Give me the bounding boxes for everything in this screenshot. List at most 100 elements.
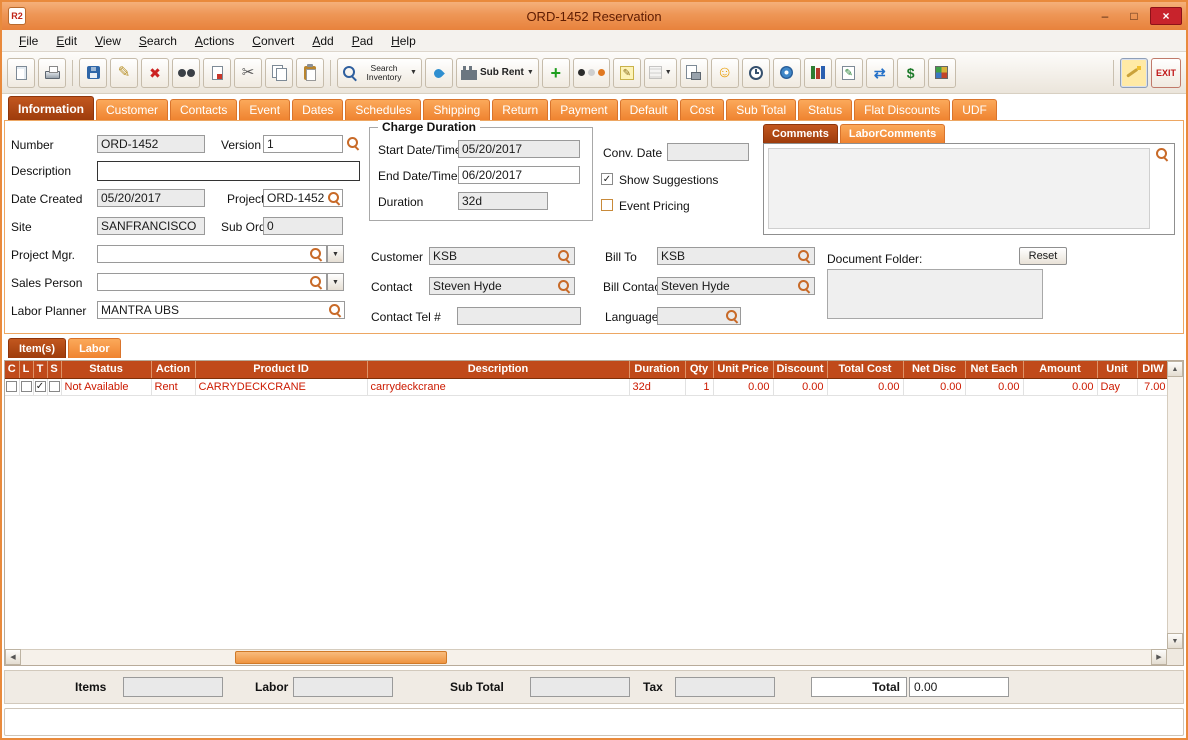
tab-comments[interactable]: Comments — [763, 124, 838, 143]
description-field[interactable] — [97, 161, 360, 181]
fill-button[interactable] — [424, 57, 453, 88]
bill-contact-lookup-icon[interactable] — [797, 279, 812, 294]
scrollbar-thumb[interactable] — [235, 651, 447, 664]
project-mgr-dropdown[interactable]: ▼ — [327, 245, 344, 263]
column-header-qty[interactable]: Qty — [685, 361, 714, 379]
group-items-button[interactable] — [572, 57, 610, 88]
assets-button[interactable] — [927, 57, 956, 88]
edit-button[interactable]: ✎ — [110, 57, 138, 88]
tab-cost[interactable]: Cost — [679, 99, 725, 120]
batch-print-button[interactable]: ▼ — [643, 57, 677, 88]
column-header-s[interactable]: S — [47, 361, 62, 379]
print-preview-button[interactable] — [679, 57, 708, 88]
table-row[interactable]: ✓ Not Available Rent CARRYDECKCRANE carr… — [5, 378, 1170, 396]
bill-to-lookup-icon[interactable] — [797, 249, 812, 264]
reset-button[interactable]: Reset — [1019, 247, 1067, 265]
markup-document-button[interactable] — [203, 57, 231, 88]
menu-item-file[interactable]: File — [10, 32, 47, 50]
scroll-up-button[interactable]: ▲ — [1167, 361, 1183, 377]
row-checkbox-c[interactable] — [6, 381, 18, 393]
schedule-button[interactable] — [741, 57, 770, 88]
menu-item-edit[interactable]: Edit — [47, 32, 86, 50]
sales-person-lookup-icon[interactable] — [309, 275, 324, 290]
security-key-button[interactable] — [1119, 57, 1148, 88]
column-header-c[interactable]: C — [5, 361, 20, 379]
column-header-discount[interactable]: Discount — [773, 361, 828, 379]
scroll-left-button[interactable]: ◀ — [5, 649, 21, 665]
sub-rent-button[interactable]: Sub Rent ▼ — [455, 57, 539, 88]
menu-item-convert[interactable]: Convert — [243, 32, 303, 50]
tab-return[interactable]: Return — [492, 99, 549, 120]
tab-labor-comments[interactable]: LaborComments — [839, 124, 946, 143]
tab-payment[interactable]: Payment — [550, 99, 618, 120]
tab-schedules[interactable]: Schedules — [345, 99, 422, 120]
sales-person-dropdown[interactable]: ▼ — [327, 273, 344, 291]
row-checkbox-t[interactable]: ✓ — [34, 381, 46, 393]
customer-lookup-icon[interactable] — [557, 249, 572, 264]
show-suggestions-checkbox[interactable]: ✓ — [601, 173, 613, 185]
tab-contacts[interactable]: Contacts — [170, 99, 238, 120]
column-header-status[interactable]: Status — [61, 361, 152, 379]
event-pricing-checkbox[interactable] — [601, 199, 613, 211]
project-mgr-lookup-icon[interactable] — [309, 247, 324, 262]
comments-textarea[interactable] — [768, 148, 1150, 229]
column-header-description[interactable]: Description — [367, 361, 630, 379]
tab-default[interactable]: Default — [619, 99, 678, 120]
menu-item-pad[interactable]: Pad — [343, 32, 382, 50]
cut-button[interactable]: ✂ — [234, 57, 262, 88]
title-bar[interactable]: R2 ORD-1452 Reservation – □ × — [2, 2, 1186, 30]
new-order-button[interactable] — [7, 57, 35, 88]
tab-sub-total[interactable]: Sub Total — [726, 99, 797, 120]
close-button[interactable]: × — [1150, 7, 1182, 25]
edit-document-button[interactable]: ✎ — [834, 57, 863, 88]
tab-dates[interactable]: Dates — [292, 99, 344, 120]
column-header-diw[interactable]: DIW — [1137, 361, 1170, 379]
labor-planner-field[interactable]: MANTRA UBS — [97, 301, 345, 319]
menu-item-view[interactable]: View — [86, 32, 130, 50]
currency-button[interactable]: $ — [896, 57, 925, 88]
column-header-t[interactable]: T — [33, 361, 48, 379]
media-button[interactable] — [772, 57, 801, 88]
column-header-unit[interactable]: Unit — [1097, 361, 1138, 379]
copy-button[interactable] — [265, 57, 293, 88]
print-button[interactable] — [38, 57, 66, 88]
project-mgr-field[interactable] — [97, 245, 327, 263]
menu-item-help[interactable]: Help — [382, 32, 425, 50]
tab-items[interactable]: Item(s) — [8, 338, 67, 358]
menu-item-search[interactable]: Search — [130, 32, 186, 50]
column-header-total-cost[interactable]: Total Cost — [827, 361, 904, 379]
labor-planner-lookup-icon[interactable] — [328, 303, 343, 318]
version-field[interactable]: 1 — [263, 135, 343, 153]
column-header-duration[interactable]: Duration — [629, 361, 686, 379]
scroll-right-button[interactable]: ▶ — [1151, 649, 1167, 665]
vertical-scrollbar[interactable]: ▲ ▼ — [1167, 361, 1183, 649]
column-header-unit-price[interactable]: Unit Price — [713, 361, 774, 379]
column-header-product-id[interactable]: Product ID — [195, 361, 368, 379]
project-lookup-icon[interactable] — [327, 191, 342, 206]
row-checkbox-s[interactable] — [48, 381, 60, 393]
column-header-net-disc[interactable]: Net Disc — [903, 361, 966, 379]
column-header-amount[interactable]: Amount — [1023, 361, 1098, 379]
menu-item-add[interactable]: Add — [303, 32, 342, 50]
satisfaction-button[interactable]: ☺ — [710, 57, 739, 88]
search-inventory-button[interactable]: Search Inventory ▼ — [337, 57, 422, 88]
paste-button[interactable] — [296, 57, 324, 88]
scroll-down-button[interactable]: ▼ — [1167, 633, 1183, 649]
add-item-button[interactable]: + — [541, 57, 570, 88]
language-lookup-icon[interactable] — [725, 309, 740, 324]
notes-button[interactable]: ✎ — [612, 57, 641, 88]
tab-customer[interactable]: Customer — [96, 99, 169, 120]
horizontal-scrollbar[interactable]: ◀ ▶ — [5, 649, 1167, 665]
minimize-button[interactable]: – — [1092, 7, 1118, 25]
tab-event[interactable]: Event — [239, 99, 291, 120]
tab-status[interactable]: Status — [798, 99, 853, 120]
maximize-button[interactable]: □ — [1121, 7, 1147, 25]
find-button[interactable] — [172, 57, 200, 88]
save-button[interactable] — [79, 57, 107, 88]
tab-udf[interactable]: UDF — [952, 99, 997, 120]
end-date-field[interactable]: 06/20/2017 — [458, 166, 580, 184]
column-header-l[interactable]: L — [19, 361, 34, 379]
sales-person-field[interactable] — [97, 273, 327, 291]
row-checkbox-l[interactable] — [20, 381, 32, 393]
column-header-action[interactable]: Action — [151, 361, 196, 379]
